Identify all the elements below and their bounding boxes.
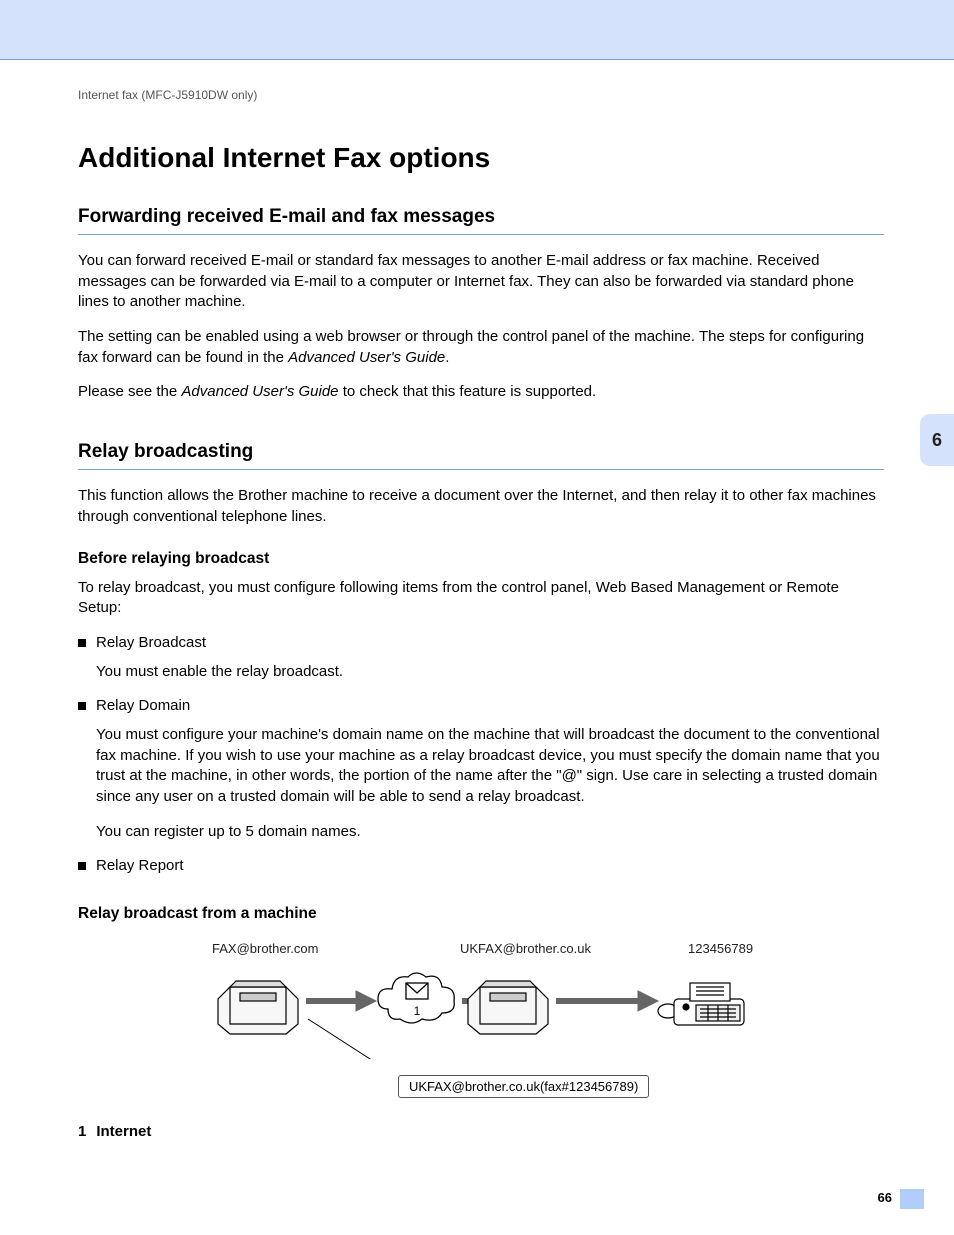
- diagram-label-dest: 123456789: [688, 941, 753, 956]
- forwarding-p1: You can forward received E-mail or stand…: [78, 251, 884, 313]
- diagram-address-box: UKFAX@brother.co.uk(fax#123456789): [398, 1075, 649, 1098]
- bullet-icon: [78, 702, 86, 710]
- section-forwarding-title: Forwarding received E-mail and fax messa…: [78, 206, 884, 228]
- text: The setting can be enabled using a web b…: [78, 328, 864, 366]
- top-band: [0, 0, 954, 60]
- bullet-relay-broadcast: Relay Broadcast: [78, 633, 884, 654]
- bullet-icon: [78, 639, 86, 647]
- diagram-svg: 1: [78, 959, 878, 1059]
- legend-num: 1: [78, 1123, 86, 1140]
- bullet-text: Relay Report: [96, 856, 184, 877]
- bullet-sub: You can register up to 5 domain names.: [96, 822, 884, 843]
- diagram-label-relay: UKFAX@brother.co.uk: [460, 941, 591, 956]
- bullet-relay-domain: Relay Domain: [78, 696, 884, 717]
- breadcrumb: Internet fax (MFC-J5910DW only): [78, 88, 884, 102]
- bullet-sub: You must configure your machine's domain…: [96, 725, 884, 808]
- relay-diagram: FAX@brother.com UKFAX@brother.co.uk 1234…: [78, 941, 884, 1111]
- cloud-number: 1: [414, 1004, 421, 1018]
- bullet-relay-report: Relay Report: [78, 856, 884, 877]
- section-relay-title: Relay broadcasting: [78, 441, 884, 463]
- guide-ref: Advanced User's Guide: [181, 383, 338, 400]
- page-title: Additional Internet Fax options: [78, 142, 884, 174]
- relay-from-machine-heading: Relay broadcast from a machine: [78, 905, 884, 923]
- before-relay-intro: To relay broadcast, you must configure f…: [78, 578, 884, 619]
- bullet-sub: You must enable the relay broadcast.: [96, 662, 884, 683]
- forwarding-p2: The setting can be enabled using a web b…: [78, 327, 884, 368]
- section-rule: [78, 469, 884, 470]
- before-relay-heading: Before relaying broadcast: [78, 550, 884, 568]
- bullet-text: Relay Domain: [96, 696, 190, 717]
- text: .: [445, 349, 449, 366]
- bullet-text: Relay Broadcast: [96, 633, 206, 654]
- section-rule: [78, 234, 884, 235]
- relay-p1: This function allows the Brother machine…: [78, 486, 884, 527]
- page-content: Internet fax (MFC-J5910DW only) Addition…: [0, 60, 954, 1140]
- guide-ref: Advanced User's Guide: [288, 349, 445, 366]
- diagram-legend: 1 Internet: [78, 1123, 884, 1140]
- page-number: 66: [878, 1190, 892, 1205]
- page-accent: [900, 1189, 924, 1209]
- bullet-icon: [78, 862, 86, 870]
- diagram-label-sender: FAX@brother.com: [212, 941, 318, 956]
- chapter-tab: 6: [920, 414, 954, 466]
- text: Please see the: [78, 383, 181, 400]
- forwarding-p3: Please see the Advanced User's Guide to …: [78, 382, 884, 403]
- text: to check that this feature is supported.: [339, 383, 597, 400]
- legend-text: Internet: [96, 1123, 151, 1140]
